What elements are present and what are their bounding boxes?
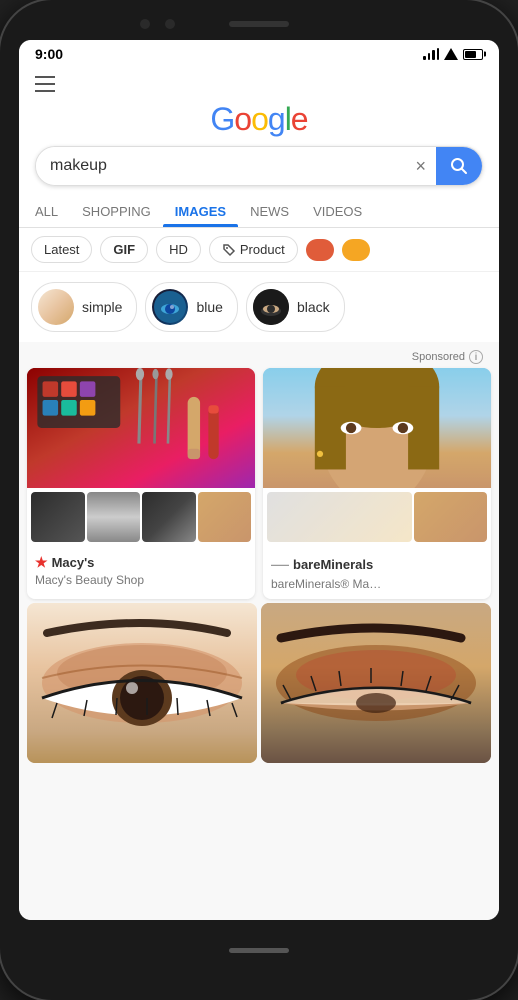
tab-videos[interactable]: VIDEOS [301, 196, 374, 227]
status-time: 9:00 [35, 46, 63, 62]
product-section: Sponsored i [19, 342, 499, 599]
macys-product-svg [27, 368, 255, 488]
tab-shopping[interactable]: SHOPPING [70, 196, 163, 227]
status-icons [423, 48, 483, 60]
card-bottom-strip-bareminerals [263, 488, 491, 546]
card-bottom-strip-macys [27, 488, 255, 546]
brand-name-bareminerals: bareMinerals [293, 557, 373, 572]
speaker [229, 21, 289, 27]
e-letter: e [291, 101, 308, 137]
card-subtitle-macys: Macy's Beauty Shop [35, 573, 247, 587]
o2-letter: o [251, 101, 268, 137]
search-icon [450, 157, 468, 175]
filter-color-orange[interactable] [342, 239, 370, 261]
filter-color-red[interactable] [306, 239, 334, 261]
tab-news[interactable]: NEWS [238, 196, 301, 227]
suggestion-label-simple: simple [82, 299, 122, 315]
search-button[interactable] [436, 147, 482, 185]
google-logo: Google [35, 101, 483, 138]
pill-avatar-blue [152, 289, 188, 325]
phone-screen: 9:00 [19, 40, 499, 920]
o1-letter: o [234, 101, 251, 137]
blue-eye-icon [152, 289, 188, 325]
eye-right-svg [261, 603, 491, 763]
strip-product-bm [414, 492, 487, 542]
phone-device: 9:00 [0, 0, 518, 1000]
filter-bar: Latest GIF HD Product [19, 228, 499, 272]
g-letter: G [210, 101, 234, 137]
strip-palette-bm [267, 492, 412, 542]
tab-images[interactable]: IMAGES [163, 196, 238, 227]
search-input[interactable] [36, 147, 405, 185]
data-icon [444, 48, 458, 60]
bottom-images-row [19, 599, 499, 771]
sponsored-label: Sponsored i [27, 346, 491, 368]
card-image-macys [27, 368, 255, 488]
card-brand-macys: ★ Macy's [35, 554, 247, 571]
signal-bar-2 [428, 53, 431, 60]
brand-dash-bareminerals: — [271, 554, 289, 575]
eye-image-left[interactable] [27, 603, 257, 763]
battery-icon [463, 49, 483, 60]
header: Google × [19, 68, 499, 196]
woman-face-svg [263, 368, 491, 488]
phone-bottom [0, 920, 518, 980]
signal-bar-4 [437, 48, 440, 60]
suggestion-simple[interactable]: simple [31, 282, 137, 332]
card-bareminerals[interactable]: — bareMinerals bareMinerals® Ma… [263, 368, 491, 599]
card-macys[interactable]: ★ Macy's Macy's Beauty Shop [27, 368, 255, 599]
signal-bar-3 [432, 50, 435, 60]
g2-letter: g [268, 101, 285, 137]
card-subtitle-bareminerals: bareMinerals® Ma… [271, 577, 483, 591]
suggestion-label-blue: blue [196, 299, 222, 315]
filter-latest[interactable]: Latest [31, 236, 92, 263]
strip-brushes [87, 492, 141, 542]
signal-icon [423, 48, 439, 60]
pill-avatar-black [253, 289, 289, 325]
strip-palette [31, 492, 85, 542]
suggestion-blue[interactable]: blue [145, 282, 237, 332]
strip-kit [142, 492, 196, 542]
card-info-bareminerals: — bareMinerals bareMinerals® Ma… [263, 546, 491, 599]
brand-star-macys: ★ [35, 554, 48, 571]
status-bar: 9:00 [19, 40, 499, 68]
filter-product[interactable]: Product [209, 236, 298, 263]
signal-bar-1 [423, 56, 426, 60]
battery-fill [465, 51, 476, 58]
home-indicator[interactable] [229, 948, 289, 953]
info-icon[interactable]: i [469, 350, 483, 364]
clear-button[interactable]: × [405, 148, 436, 185]
brand-name-macys: Macy's [52, 555, 95, 570]
black-eye-icon [253, 289, 289, 325]
cards-row: ★ Macy's Macy's Beauty Shop [27, 368, 491, 599]
filter-gif[interactable]: GIF [100, 236, 148, 263]
camera-right [165, 19, 175, 29]
phone-top-bar [0, 8, 518, 40]
camera-left [140, 19, 150, 29]
tab-all[interactable]: ALL [23, 196, 70, 227]
product-label: Product [240, 242, 285, 257]
suggestion-black[interactable]: black [246, 282, 345, 332]
eye-image-right[interactable] [261, 603, 491, 763]
suggestions-row: simple blue [19, 272, 499, 342]
google-text: Google [210, 101, 307, 138]
search-bar[interactable]: × [35, 146, 483, 186]
content-area: simple blue [19, 272, 499, 920]
hamburger-icon [35, 76, 55, 92]
card-info-macys: ★ Macy's Macy's Beauty Shop [27, 546, 255, 595]
strip-foundation [198, 492, 252, 542]
card-image-bareminerals [263, 368, 491, 488]
eye-left-svg [27, 603, 257, 763]
filter-hd[interactable]: HD [156, 236, 201, 263]
tag-icon [222, 243, 236, 257]
suggestion-label-black: black [297, 299, 330, 315]
menu-button[interactable] [35, 76, 483, 97]
pill-avatar-simple [38, 289, 74, 325]
card-brand-bareminerals: — bareMinerals [271, 554, 483, 575]
tabs-bar: ALL SHOPPING IMAGES NEWS VIDEOS [19, 196, 499, 228]
